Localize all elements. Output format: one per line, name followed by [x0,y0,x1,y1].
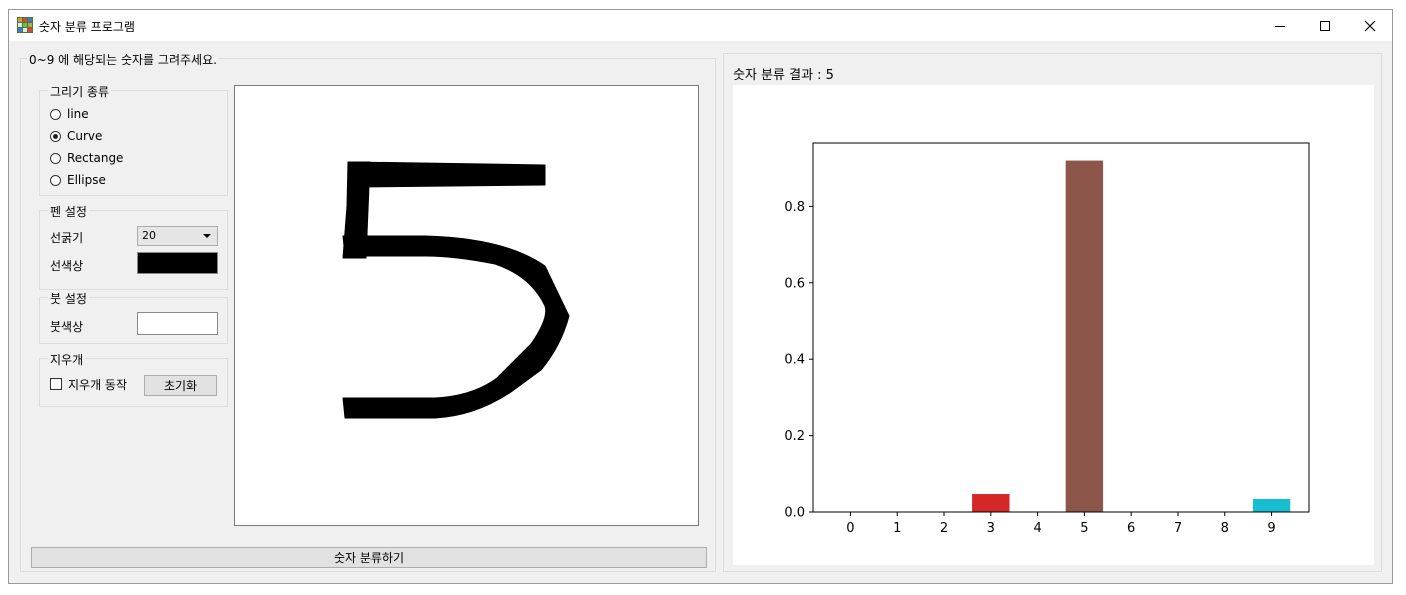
bar-5 [1065,160,1104,513]
bar-3 [972,494,1010,512]
radio-rectangle-button[interactable] [50,152,61,164]
x-tick-label: 5 [1080,521,1088,536]
radio-rectangle[interactable]: Rectange [50,149,123,167]
x-tick-label: 1 [893,521,901,536]
y-tick-label: 0.0 [784,506,805,521]
drawing-group: 0~9 에 해당되는 숫자를 그려주세요. 그리기 종류 line Curve … [20,51,716,572]
chart-area: 0 1 2 3 4 5 6 7 8 9 0.0 0.2 0.4 0.6 0.8 [733,85,1374,565]
pen-settings-legend: 펜 설정 [48,203,89,220]
minimize-button[interactable] [1257,10,1303,41]
drawing-canvas[interactable] [234,85,699,526]
x-tick-label: 4 [1033,521,1041,536]
maximize-button[interactable] [1302,10,1348,41]
app-grid-icon [17,17,33,33]
y-tick-label: 0.6 [784,276,805,291]
chevron-down-icon [203,234,211,238]
close-button[interactable] [1347,10,1393,41]
window-title: 숫자 분류 프로그램 [39,20,135,34]
pen-settings-group: 펜 설정 선굵기 20 선색상 [39,203,228,290]
app-window: 숫자 분류 프로그램 0~9 에 해당되는 숫자를 그려주세요. 그리기 종류 … [8,9,1393,584]
brush-settings-legend: 붓 설정 [48,290,89,307]
brush-color-swatch[interactable] [137,312,218,335]
brush-color-label: 붓색상 [50,320,84,334]
radio-curve[interactable]: Curve [50,127,102,145]
reset-button[interactable]: 초기화 [144,375,217,396]
pen-width-select[interactable]: 20 [137,226,218,246]
result-group: 숫자 분류 결과 : 5 0 1 2 3 4 5 6 7 8 9 0.0 0.2 0.4 0.6 0.8 [723,53,1382,572]
y-tick-label: 0.8 [784,200,805,215]
y-tick-label: 0.4 [784,353,805,368]
brush-settings-group: 붓 설정 붓색상 [39,290,228,344]
close-icon [1364,20,1376,31]
eraser-toggle[interactable]: 지우개 동작 [50,375,127,393]
result-text: 숫자 분류 결과 : 5 [733,68,834,83]
minimize-icon [1275,25,1285,27]
eraser-legend: 지우개 [48,351,86,368]
title-bar: 숫자 분류 프로그램 [9,10,1392,41]
pen-color-label: 선색상 [50,259,84,273]
pen-width-value: 20 [142,229,156,242]
drawing-group-legend: 0~9 에 해당되는 숫자를 그려주세요. [27,51,219,68]
draw-type-group: 그리기 종류 line Curve Rectange Ellipse [39,83,228,196]
y-tick-label: 0.2 [784,429,805,444]
radio-line[interactable]: line [50,105,89,123]
x-tick-label: 9 [1267,521,1275,536]
eraser-toggle-label: 지우개 동작 [68,377,128,392]
radio-line-button[interactable] [50,108,61,120]
x-tick-label: 6 [1127,521,1135,536]
drawn-digit-5 [342,161,570,419]
pen-width-label: 선굵기 [50,231,84,245]
radio-line-label: line [67,107,89,121]
radio-ellipse-button[interactable] [50,174,61,186]
x-tick-label: 7 [1174,521,1182,536]
bar-9 [1252,499,1291,512]
axes-frame [812,142,1310,513]
maximize-icon [1320,20,1330,31]
eraser-checkbox[interactable] [50,378,62,390]
probability-bar-chart: 0 1 2 3 4 5 6 7 8 9 0.0 0.2 0.4 0.6 0.8 [784,142,1310,536]
radio-curve-label: Curve [67,129,103,143]
x-tick-label: 0 [846,521,854,536]
radio-curve-button[interactable] [50,130,61,142]
pen-color-swatch[interactable] [137,252,218,274]
radio-rectangle-label: Rectange [67,151,124,165]
draw-type-legend: 그리기 종류 [48,83,112,100]
radio-ellipse[interactable]: Ellipse [50,171,106,189]
radio-ellipse-label: Ellipse [67,173,106,187]
classify-button[interactable]: 숫자 분류하기 [31,547,707,568]
x-tick-label: 3 [987,521,995,536]
eraser-group: 지우개 지우개 동작 초기화 [39,351,228,407]
x-tick-label: 2 [940,521,948,536]
x-tick-label: 8 [1221,521,1229,536]
